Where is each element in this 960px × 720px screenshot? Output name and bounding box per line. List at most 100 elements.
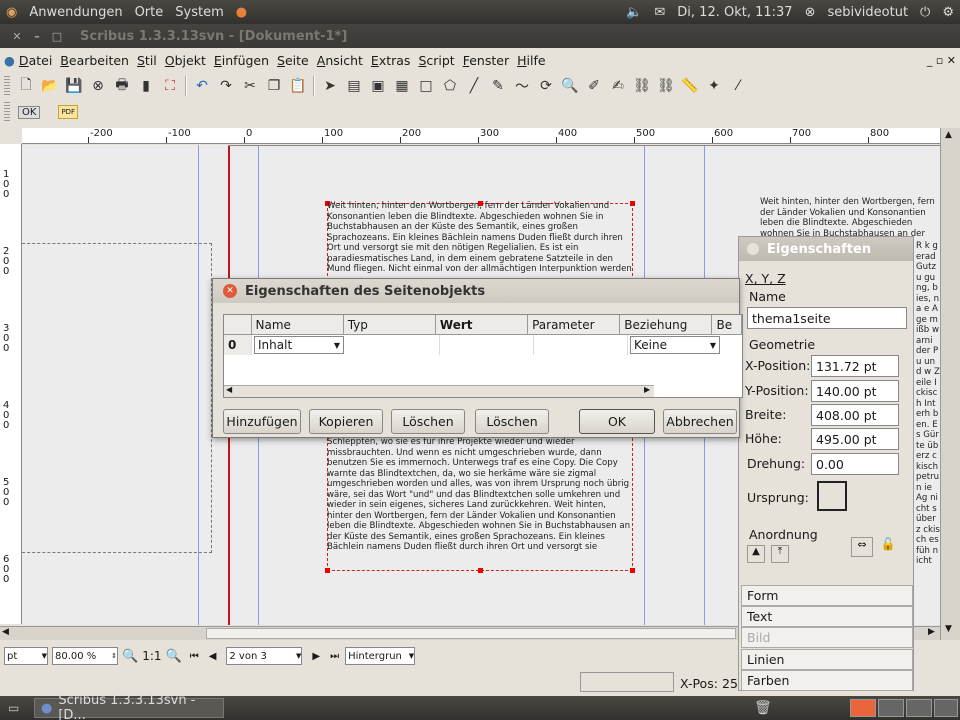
relation-cell[interactable]: Keine ▼ xyxy=(628,335,722,355)
bezier-icon[interactable]: ✎ xyxy=(487,75,509,97)
new-document-icon[interactable]: 🗋 xyxy=(15,75,37,97)
table-horizontal-scrollbar[interactable]: ◀ ▶ xyxy=(224,385,654,397)
toolbar-handle[interactable] xyxy=(4,76,10,96)
taskbar-scribus-window[interactable]: ● Scribus 1.3.3.13svn - [D... xyxy=(34,693,224,720)
column-header-value[interactable]: Wert xyxy=(436,315,529,334)
nav-text[interactable]: Text xyxy=(741,606,913,627)
applications-menu[interactable]: Anwendungen xyxy=(23,5,128,20)
vertical-ruler[interactable]: 100 200 300 400 500 600 xyxy=(0,144,22,624)
zoom-field[interactable]: 80.00 % ⇕ xyxy=(52,647,118,665)
menu-hilfe[interactable]: Hilfe xyxy=(513,53,549,68)
table-row[interactable]: 0 Inhalt ▼ Keine ▼ xyxy=(224,335,742,355)
column-header-type[interactable]: Typ xyxy=(344,315,436,334)
lock-icon[interactable]: 🔓 xyxy=(877,537,899,557)
maximize-window-icon[interactable]: □ xyxy=(50,29,64,43)
relation-dropdown[interactable]: Keine ▼ xyxy=(630,336,720,354)
firefox-icon[interactable]: ● xyxy=(230,5,253,20)
ypos-field[interactable]: 140.00 pt xyxy=(811,380,899,402)
menu-script[interactable]: Script xyxy=(414,53,458,68)
value-cell[interactable] xyxy=(440,335,534,355)
name-cell[interactable]: Inhalt ▼ xyxy=(252,335,346,355)
scroll-left-icon[interactable]: ◀ xyxy=(2,627,9,637)
menu-seite[interactable]: Seite xyxy=(273,53,313,68)
ok-button[interactable]: OK xyxy=(579,409,655,434)
zoom-icon[interactable]: 🔍 xyxy=(559,75,581,97)
text-frame-icon[interactable]: ▤ xyxy=(343,75,365,97)
nav-farben[interactable]: Farben xyxy=(741,670,913,691)
column-header-parameter[interactable]: Parameter xyxy=(528,315,621,334)
flip-horizontal-button[interactable]: ⇔ xyxy=(851,537,873,557)
freehand-icon[interactable]: 〜 xyxy=(511,75,533,97)
tab-xyz[interactable]: X, Y, Z xyxy=(745,271,786,286)
preflight-icon[interactable]: ▮ xyxy=(135,75,157,97)
polygon-icon[interactable]: ⬠ xyxy=(439,75,461,97)
redo-icon[interactable]: ↷ xyxy=(215,75,237,97)
menu-ansicht[interactable]: Ansicht xyxy=(313,53,367,68)
prev-page-icon[interactable]: ◀ xyxy=(209,651,217,662)
menu-datei[interactable]: Datei xyxy=(15,53,56,68)
cut-icon[interactable]: ✂ xyxy=(239,75,261,97)
copy-icon[interactable]: ❐ xyxy=(263,75,285,97)
panel-close-icon[interactable] xyxy=(747,243,759,255)
next-page-icon[interactable]: ▶ xyxy=(312,651,320,662)
menu-einfuegen[interactable]: Einfügen xyxy=(210,53,273,68)
raise-top-button[interactable]: ⤒ xyxy=(771,545,789,563)
scroll-down-icon[interactable]: ▼ xyxy=(945,624,952,634)
workspace-2[interactable] xyxy=(878,699,904,717)
workspace-switcher[interactable] xyxy=(850,699,876,717)
delete-all-button[interactable]: Löschen xyxy=(475,409,549,434)
ubuntu-logo-icon[interactable]: ◉ xyxy=(0,5,23,20)
scroll-left-icon[interactable]: ◀ xyxy=(226,385,232,394)
close-window-icon[interactable]: ✕ xyxy=(10,29,24,43)
workspace-4[interactable] xyxy=(934,699,958,717)
system-menu[interactable]: System xyxy=(169,5,229,20)
column-header-relation-to[interactable]: Be xyxy=(712,315,742,334)
image-frame-icon[interactable]: ▣ xyxy=(367,75,389,97)
toolbar-handle[interactable] xyxy=(4,102,10,122)
clock[interactable]: Di, 12. Okt, 11:37 xyxy=(671,5,798,20)
parameter-cell[interactable] xyxy=(534,335,628,355)
delete-button[interactable]: Löschen xyxy=(391,409,465,434)
layer-select[interactable]: Hintergrun ▼ xyxy=(345,647,416,665)
zoom-out-icon[interactable]: 🔍 xyxy=(122,649,138,664)
xpos-field[interactable]: 131.72 pt xyxy=(811,355,899,377)
menu-objekt[interactable]: Objekt xyxy=(161,53,210,68)
dialog-close-icon[interactable]: ✕ xyxy=(223,284,237,298)
menu-stil[interactable]: Stil xyxy=(133,53,161,68)
trash-icon[interactable]: 🗑 xyxy=(754,700,772,716)
column-header-relation[interactable]: Beziehung xyxy=(620,315,713,334)
last-page-icon[interactable]: ⏭ xyxy=(330,651,339,662)
select-tool-icon[interactable]: ➤ xyxy=(319,75,341,97)
edit-text-icon[interactable]: ✍ xyxy=(607,75,629,97)
properties-title[interactable]: Eigenschaften xyxy=(739,237,913,261)
raise-button[interactable]: ▲ xyxy=(747,545,765,563)
nav-form[interactable]: Form xyxy=(741,585,913,606)
column-header-name[interactable]: Name xyxy=(252,315,344,334)
scroll-up-icon[interactable]: ▲ xyxy=(945,130,952,140)
horizontal-scroll-thumb[interactable] xyxy=(206,628,736,639)
vertical-scrollbar[interactable]: ▲ ▼ xyxy=(940,128,960,640)
export-pdf-icon[interactable]: ⛶ xyxy=(159,75,181,97)
width-field[interactable]: 408.00 pt xyxy=(811,404,899,426)
origin-selector[interactable] xyxy=(817,481,847,511)
line-icon[interactable]: ╱ xyxy=(463,75,485,97)
eyedropper-icon[interactable]: ⁄ xyxy=(727,75,749,97)
close-document-icon[interactable]: ⊗ xyxy=(87,75,109,97)
power-icon[interactable]: ⏻ xyxy=(914,5,936,20)
scroll-right-icon[interactable]: ▶ xyxy=(644,385,650,394)
measure-icon[interactable]: 📏 xyxy=(679,75,701,97)
undo-icon[interactable]: ↶ xyxy=(191,75,213,97)
open-document-icon[interactable]: 📂 xyxy=(39,75,61,97)
cancel-button[interactable]: Abbrechen xyxy=(663,409,737,434)
mail-icon[interactable]: ✉ xyxy=(648,5,671,20)
page-select[interactable]: 2 von 3 ▼ xyxy=(226,647,303,665)
edit-contents-icon[interactable]: ✐ xyxy=(583,75,605,97)
add-button[interactable]: Hinzufügen xyxy=(223,409,301,434)
settings-icon[interactable]: ⚙ xyxy=(936,5,960,20)
print-icon[interactable]: 🖶 xyxy=(111,75,133,97)
zoom-ratio-button[interactable]: 1:1 xyxy=(142,649,161,663)
menu-extras[interactable]: Extras xyxy=(367,53,415,68)
copy-properties-icon[interactable]: ✦ xyxy=(703,75,725,97)
link-frames-icon[interactable]: ⛓ xyxy=(631,75,653,97)
horizontal-ruler[interactable]: -200 -100 0 100 200 300 400 500 600 700 800 xyxy=(22,128,940,144)
